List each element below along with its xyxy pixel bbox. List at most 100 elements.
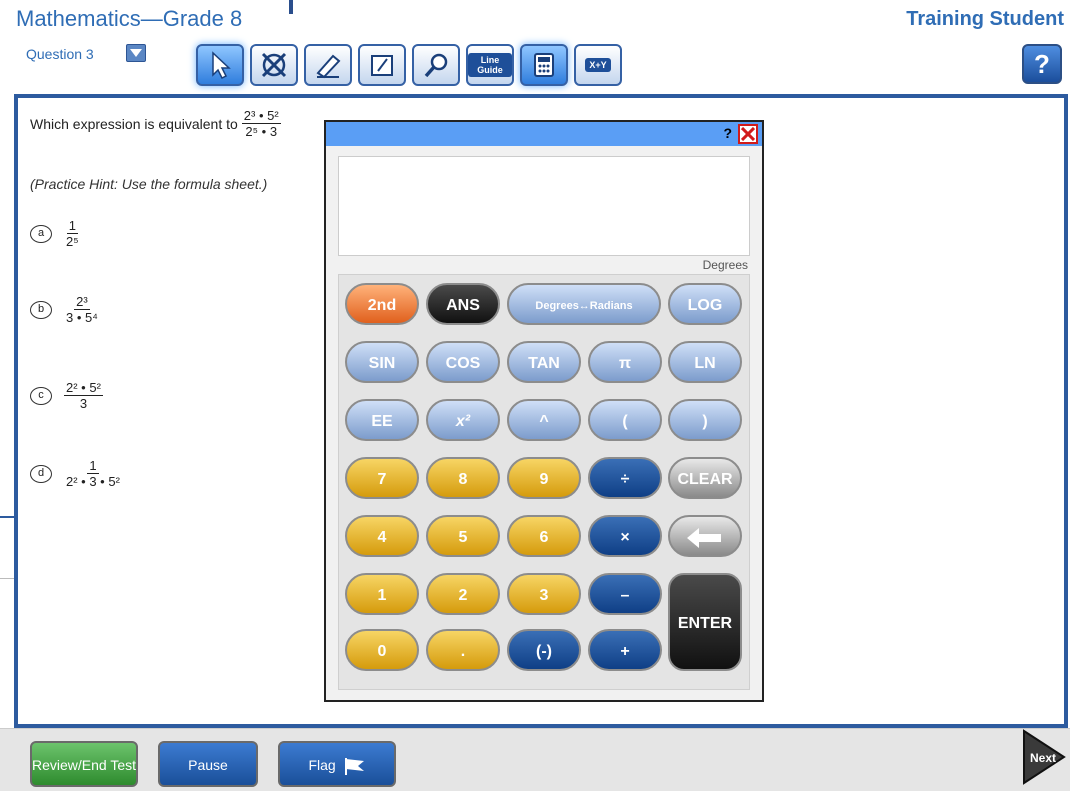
pointer-tool-button[interactable] [196,44,244,86]
key-5[interactable]: 5 [426,515,500,557]
test-app: Mathematics—Grade 8 Training Student Que… [0,0,1070,791]
line-guide-tool-button[interactable]: Line Guide [466,44,514,86]
key-9[interactable]: 9 [507,457,581,499]
calculator-close-button[interactable] [738,124,758,144]
key-multiply[interactable]: × [588,515,662,557]
answer-option-b[interactable]: b 2³ 3 • 5⁴ [30,294,100,325]
next-button[interactable]: Next [1018,729,1066,785]
notepad-icon [371,55,393,76]
option-bubble[interactable]: a [30,224,52,243]
pointer-icon [212,51,231,79]
backspace-arrow-icon [687,528,721,548]
key-log[interactable]: LOG [668,283,742,325]
key-left-paren[interactable]: ( [588,399,662,441]
key-cos[interactable]: COS [426,341,500,383]
calculator-window[interactable]: ? Degrees 2nd ANS Degrees↔Radians LOG SI… [324,120,764,702]
close-icon [741,127,755,141]
answer-eliminator-icon [261,52,287,78]
calculator-tool-button[interactable] [520,44,568,86]
header: Mathematics—Grade 8 Training Student Que… [0,0,1070,96]
toolbar: Line Guide X+Y [196,44,622,88]
option-denominator: 3 • 5⁴ [66,310,98,325]
calculator-titlebar[interactable]: ? [326,122,762,146]
option-numerator: 1 [87,458,99,474]
answer-option-c[interactable]: c 2² • 5² 3 [30,380,103,411]
key-decimal[interactable]: . [426,629,500,671]
key-2nd[interactable]: 2nd [345,283,419,325]
key-ln[interactable]: LN [668,341,742,383]
answer-option-a[interactable]: a 1 2⁵ [30,218,81,249]
key-sin[interactable]: SIN [345,341,419,383]
flag-icon [344,758,364,776]
option-fraction: 2² • 5² 3 [64,380,103,411]
angle-mode-label: Degrees [702,258,748,272]
question-prompt: Which expression is equivalent to 2³ • 5… [30,108,281,139]
prompt-text: Which expression is equivalent to [30,115,238,132]
key-2[interactable]: 2 [426,573,500,615]
next-label: Next [1029,751,1056,765]
question-dropdown[interactable] [126,44,146,62]
option-numerator: 1 [66,218,78,234]
highlighter-tool-button[interactable] [304,44,352,86]
key-0[interactable]: 0 [345,629,419,671]
option-bubble[interactable]: c [30,386,52,405]
formula-sheet-tool-button[interactable]: X+Y [574,44,622,86]
key-7[interactable]: 7 [345,457,419,499]
option-fraction: 1 2² • 3 • 5² [64,458,122,489]
notepad-tool-button[interactable] [358,44,406,86]
left-divider-gray [0,578,14,579]
page-title: Mathematics—Grade 8 [16,6,243,31]
option-denominator: 2⁵ [66,234,79,249]
prompt-fraction: 2³ • 5² 2⁵ • 3 [241,108,281,139]
prompt-fraction-denominator: 2⁵ • 3 [245,124,278,139]
review-end-test-button[interactable]: Review/End Test [30,741,138,787]
option-denominator: 2² • 3 • 5² [66,474,120,489]
key-6[interactable]: 6 [507,515,581,557]
calculator-help-button[interactable]: ? [723,125,732,141]
key-clear[interactable]: CLEAR [668,457,742,499]
chevron-down-icon [130,49,142,57]
flag-button[interactable]: Flag [278,741,396,787]
key-3[interactable]: 3 [507,573,581,615]
option-fraction: 1 2⁵ [64,218,81,249]
footer: Review/End Test Pause Flag Next [0,728,1070,791]
practice-hint: (Practice Hint: Use the formula sheet.) [30,176,268,192]
eliminator-tool-button[interactable] [250,44,298,86]
prompt-fraction-numerator: 2³ • 5² [241,108,281,124]
key-subtract[interactable]: – [588,573,662,615]
option-fraction: 2³ 3 • 5⁴ [64,294,100,325]
key-8[interactable]: 8 [426,457,500,499]
magnifier-tool-button[interactable] [412,44,460,86]
line-guide-label: Line Guide [468,53,512,77]
option-bubble[interactable]: b [30,300,52,319]
option-denominator: 3 [79,396,88,411]
flag-label: Flag [308,757,336,773]
key-power[interactable]: ^ [507,399,581,441]
question-number: Question 3 [26,46,94,62]
key-degrees-radians[interactable]: Degrees↔Radians [507,283,661,325]
option-bubble[interactable]: d [30,464,52,483]
key-4[interactable]: 4 [345,515,419,557]
key-tan[interactable]: TAN [507,341,581,383]
highlighter-icon [316,54,341,79]
key-x-squared[interactable]: x² [426,399,500,441]
key-backspace[interactable] [668,515,742,557]
key-add[interactable]: + [588,629,662,671]
header-divider [289,0,293,14]
key-negative[interactable]: (-) [507,629,581,671]
key-1[interactable]: 1 [345,573,419,615]
option-numerator: 2² • 5² [64,380,103,396]
key-right-paren[interactable]: ) [668,399,742,441]
pause-button[interactable]: Pause [158,741,258,787]
formula-sheet-icon: X+Y [585,58,611,72]
answer-option-d[interactable]: d 1 2² • 3 • 5² [30,458,122,489]
key-enter[interactable]: ENTER [668,573,742,671]
key-pi[interactable]: π [588,341,662,383]
key-ans[interactable]: ANS [426,283,500,325]
key-ee[interactable]: EE [345,399,419,441]
student-name: Training Student [906,8,1064,30]
help-button[interactable]: ? [1022,44,1062,84]
calculator-display[interactable] [338,156,750,256]
magnifier-icon [424,53,448,78]
key-divide[interactable]: ÷ [588,457,662,499]
